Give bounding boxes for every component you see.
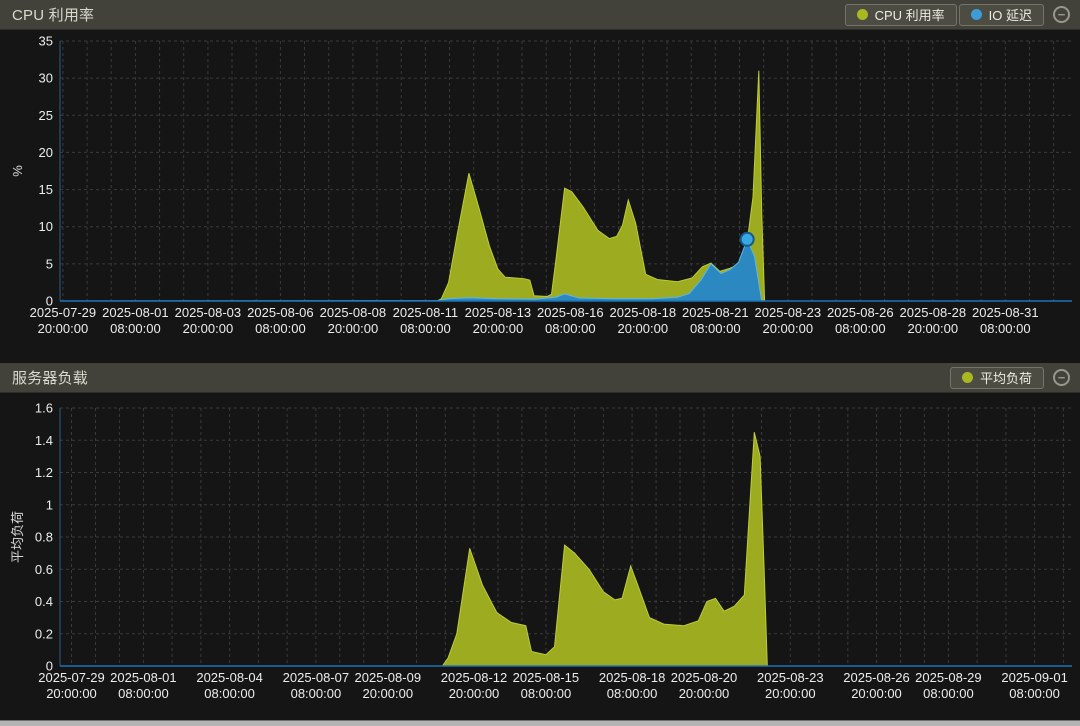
x-tick-label-time: 20:00:00 xyxy=(907,321,958,336)
x-tick-label-time: 20:00:00 xyxy=(328,321,379,336)
x-tick-label-time: 08:00:00 xyxy=(521,686,572,701)
y-tick-label: 0.4 xyxy=(35,594,53,609)
x-tick-label-time: 20:00:00 xyxy=(851,686,902,701)
data-point-marker[interactable] xyxy=(741,233,754,246)
x-tick-label-date: 2025-08-21 xyxy=(682,305,749,320)
x-tick-label-time: 08:00:00 xyxy=(835,321,886,336)
server-load-panel: 服务器负载 平均负荷− 00.20.40.60.811.21.41.62025-… xyxy=(0,363,1080,720)
x-tick-label-date: 2025-07-29 xyxy=(30,305,97,320)
area-series-0 xyxy=(60,432,767,666)
y-tick-label: 10 xyxy=(39,219,53,234)
minus-circle-icon[interactable]: − xyxy=(1053,369,1070,386)
y-tick-label: 0.8 xyxy=(35,530,53,545)
x-tick-label-time: 20:00:00 xyxy=(183,321,234,336)
cpu-usage-panel: CPU 利用率 CPU 利用率IO 延迟− 051015202530352025… xyxy=(0,0,1080,363)
x-tick-label-date: 2025-09-01 xyxy=(1001,670,1068,685)
load-panel-header: 服务器负载 平均负荷 − xyxy=(0,363,1080,393)
x-tick-label-date: 2025-08-31 xyxy=(972,305,1039,320)
legend-button[interactable]: 平均负荷 xyxy=(950,367,1044,389)
x-tick-label-date: 2025-07-29 xyxy=(38,670,105,685)
y-tick-label: 1.4 xyxy=(35,433,53,448)
y-tick-label: 5 xyxy=(46,256,53,271)
x-tick-label-time: 20:00:00 xyxy=(617,321,668,336)
x-tick-label-time: 08:00:00 xyxy=(690,321,741,336)
y-tick-label: 1.6 xyxy=(35,401,53,416)
x-tick-label-date: 2025-08-07 xyxy=(283,670,350,685)
x-tick-label-date: 2025-08-16 xyxy=(537,305,604,320)
x-tick-label-time: 08:00:00 xyxy=(118,686,169,701)
legend-label: 平均负荷 xyxy=(980,368,1032,387)
y-tick-label: 30 xyxy=(39,71,53,86)
server-load-chart[interactable]: 00.20.40.60.811.21.41.62025-07-2920:00:0… xyxy=(0,393,1080,720)
legend-label: CPU 利用率 xyxy=(875,5,945,24)
x-tick-label-time: 20:00:00 xyxy=(449,686,500,701)
x-tick-label-date: 2025-08-06 xyxy=(247,305,314,320)
y-tick-label: 35 xyxy=(39,34,53,49)
y-tick-label: 1 xyxy=(46,497,53,512)
x-tick-label-date: 2025-08-12 xyxy=(441,670,508,685)
x-tick-label-time: 20:00:00 xyxy=(679,686,730,701)
y-tick-label: 0.6 xyxy=(35,562,53,577)
x-tick-label-date: 2025-08-26 xyxy=(827,305,894,320)
legend-button[interactable]: CPU 利用率 xyxy=(845,4,957,26)
page-title: 服务器负载 xyxy=(12,367,88,388)
x-tick-label-date: 2025-08-20 xyxy=(671,670,738,685)
legend-color-dot-icon xyxy=(971,9,982,20)
x-tick-label-date: 2025-08-18 xyxy=(610,305,677,320)
x-tick-label-date: 2025-08-29 xyxy=(915,670,982,685)
y-axis-title: % xyxy=(10,165,25,177)
x-tick-label-date: 2025-08-11 xyxy=(393,305,459,320)
x-tick-label-date: 2025-08-13 xyxy=(465,305,532,320)
page-title: CPU 利用率 xyxy=(12,4,94,25)
x-tick-label-time: 20:00:00 xyxy=(765,686,816,701)
x-tick-label-date: 2025-08-08 xyxy=(320,305,387,320)
x-tick-label-date: 2025-08-23 xyxy=(755,305,822,320)
y-tick-label: 15 xyxy=(39,182,53,197)
x-tick-label-date: 2025-08-26 xyxy=(843,670,910,685)
x-tick-label-time: 08:00:00 xyxy=(980,321,1031,336)
minus-circle-icon[interactable]: − xyxy=(1053,6,1070,23)
legend-label: IO 延迟 xyxy=(989,5,1032,24)
window-bottom-strip xyxy=(0,720,1080,726)
y-tick-label: 20 xyxy=(39,145,53,160)
x-tick-label-time: 08:00:00 xyxy=(255,321,306,336)
y-axis-title: 平均负荷 xyxy=(10,511,25,563)
x-tick-label-time: 20:00:00 xyxy=(762,321,813,336)
x-tick-label-time: 20:00:00 xyxy=(38,321,89,336)
x-tick-label-date: 2025-08-28 xyxy=(900,305,967,320)
x-tick-label-date: 2025-08-04 xyxy=(196,670,263,685)
x-tick-label-time: 08:00:00 xyxy=(110,321,161,336)
legend-button[interactable]: IO 延迟 xyxy=(959,4,1044,26)
x-tick-label-time: 08:00:00 xyxy=(545,321,596,336)
y-tick-label: 1.2 xyxy=(35,465,53,480)
load-legend: 平均负荷 − xyxy=(950,367,1070,389)
x-tick-label-time: 20:00:00 xyxy=(473,321,524,336)
legend-color-dot-icon xyxy=(857,9,868,20)
x-tick-label-date: 2025-08-03 xyxy=(175,305,242,320)
y-tick-label: 25 xyxy=(39,108,53,123)
x-tick-label-time: 08:00:00 xyxy=(204,686,255,701)
cpu-legend: CPU 利用率 IO 延迟 − xyxy=(845,4,1070,26)
area-series-0 xyxy=(60,71,765,301)
x-tick-label-time: 20:00:00 xyxy=(362,686,413,701)
x-tick-label-date: 2025-08-23 xyxy=(757,670,824,685)
x-tick-label-time: 08:00:00 xyxy=(1009,686,1060,701)
y-tick-label: 0.2 xyxy=(35,626,53,641)
cpu-usage-chart[interactable]: 051015202530352025-07-2920:00:002025-08-… xyxy=(0,30,1080,363)
x-tick-label-date: 2025-08-18 xyxy=(599,670,666,685)
x-tick-label-date: 2025-08-09 xyxy=(355,670,422,685)
x-tick-label-date: 2025-08-01 xyxy=(110,670,177,685)
legend-color-dot-icon xyxy=(962,372,973,383)
cpu-panel-header: CPU 利用率 CPU 利用率 IO 延迟 − xyxy=(0,0,1080,30)
x-tick-label-time: 20:00:00 xyxy=(46,686,97,701)
x-tick-label-time: 08:00:00 xyxy=(607,686,658,701)
x-tick-label-date: 2025-08-15 xyxy=(513,670,580,685)
x-tick-label-time: 08:00:00 xyxy=(291,686,342,701)
x-tick-label-date: 2025-08-01 xyxy=(102,305,169,320)
x-tick-label-time: 08:00:00 xyxy=(400,321,451,336)
x-tick-label-time: 08:00:00 xyxy=(923,686,974,701)
